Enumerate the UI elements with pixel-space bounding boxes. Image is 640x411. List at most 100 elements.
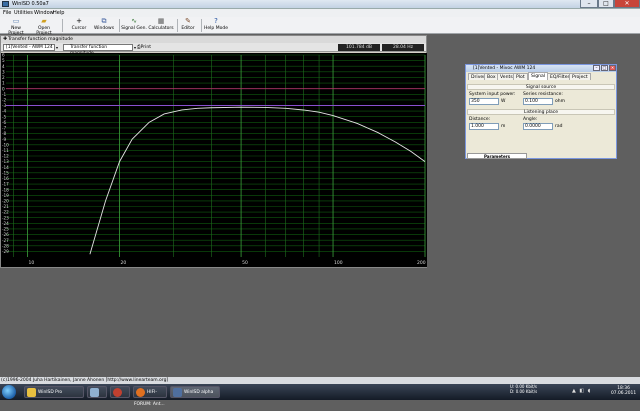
y-tick-label: 3 [2, 69, 5, 74]
cursor-readout-frequency: 28.04 Hz [382, 44, 424, 51]
minimize-button[interactable]: – [593, 65, 600, 71]
windows-icon: ⧉ [101, 17, 107, 25]
y-tick-label: -1 [2, 92, 7, 97]
plot-window-title: Transfer function magnitude [1, 36, 426, 43]
graph-type-select[interactable]: Transfer function magnitude [63, 44, 133, 56]
distance-unit: m [501, 124, 506, 129]
app-icon [2, 1, 9, 7]
y-tick-label: -21 [2, 204, 9, 209]
y-tick-label: -20 [2, 198, 9, 203]
print-label: Print [140, 45, 151, 50]
taskbar-item-media[interactable] [110, 386, 130, 398]
taskbar-item-winisd-alpha[interactable]: WinISD alpha [170, 386, 220, 398]
signal-gen-button[interactable]: ∿ Signal Gen. [121, 18, 147, 33]
y-tick-label: -19 [2, 193, 9, 198]
calculators-button[interactable]: ▦ Calculators [148, 18, 174, 33]
angle-label: Angle: [523, 117, 538, 122]
menu-bar [0, 9, 640, 17]
taskbar-item-label: WinISD Pro [38, 390, 63, 395]
y-tick-label: -29 [2, 249, 9, 254]
y-tick-label: -17 [2, 182, 9, 187]
chevron-down-icon[interactable]: ▾ [56, 44, 58, 51]
y-tick-label: -15 [2, 170, 9, 175]
signal-source-header: Signal source [467, 84, 615, 90]
y-tick-label: -13 [2, 159, 9, 164]
x-tick-label: 50 [242, 260, 248, 266]
y-tick-label: -24 [2, 221, 9, 226]
x-tick-label: 100 [334, 260, 343, 266]
parameters-tab[interactable]: Parameters [467, 153, 527, 159]
new-project-button[interactable]: ▭ New Project [3, 17, 29, 37]
taskbar-item-explorer[interactable] [87, 386, 107, 398]
x-tick-label: 10 [29, 260, 35, 266]
menu-file[interactable]: File [3, 10, 11, 16]
windows-button[interactable]: ⧉ Windows [93, 18, 115, 33]
y-tick-label: -10 [2, 142, 9, 147]
toolbar-separator [177, 19, 178, 32]
taskbar-item-hifi-forum[interactable]: HIFI-FORUM: Ant... [133, 386, 167, 407]
y-tick-label: 0 [2, 86, 5, 91]
tab-plot[interactable]: Plot [513, 73, 528, 80]
y-tick-label: 4 [2, 64, 5, 69]
network-tray[interactable]: U: 0.00 Kbit/s D: 0.00 Kbit/s [510, 384, 537, 394]
close-button[interactable]: ✕ [614, 0, 640, 8]
y-tick-label: -3 [2, 103, 7, 108]
angle-field[interactable]: 0.0000 [523, 123, 553, 130]
y-tick-label: -12 [2, 154, 9, 159]
firefox-icon [136, 388, 145, 397]
y-tick-label: -28 [2, 243, 9, 248]
distance-label: Distance: [469, 117, 491, 122]
winisd-icon [173, 388, 182, 397]
tab-project[interactable]: Project [569, 73, 591, 80]
system-input-power-label: System input power: [469, 92, 516, 97]
y-tick-label: 2 [2, 75, 5, 80]
editor-button[interactable]: ✎ Editor [179, 18, 197, 33]
project-select[interactable]: [1]Vented - AWM 124 [3, 44, 55, 51]
tab-signal[interactable]: Signal [528, 72, 549, 80]
title-bar [0, 0, 640, 9]
menu-help[interactable]: Help [53, 10, 64, 16]
y-tick-label: -27 [2, 238, 9, 243]
folder-open-icon: ▰ [41, 17, 47, 25]
print-button[interactable]: ⎙Print [137, 44, 151, 51]
chart-background [1, 53, 427, 267]
toolbar-separator [119, 19, 120, 32]
transfer-function-chart[interactable]: 6543210-1-2-3-4-5-6-7-8-9-10-11-12-13-14… [1, 53, 427, 267]
tray-icons[interactable]: ▲ ◧ ◖ [572, 387, 602, 396]
y-tick-label: -9 [2, 137, 7, 142]
y-tick-label: -5 [2, 114, 7, 119]
status-bar: (c)1996-2004 Juha Hartikainen, Janne Aho… [0, 377, 640, 384]
folder-icon [27, 388, 36, 397]
maximize-button[interactable]: □ [598, 0, 614, 8]
y-tick-label: -6 [2, 120, 7, 125]
y-tick-label: -14 [2, 165, 9, 170]
y-tick-label: -23 [2, 215, 9, 220]
open-project-button[interactable]: ▰ Open Project [30, 17, 58, 37]
help-mode-label: Help Mode [204, 26, 228, 31]
y-tick-label: -16 [2, 176, 9, 181]
calculators-label: Calculators [148, 26, 174, 31]
new-file-icon: ▭ [12, 17, 20, 25]
menu-utilities[interactable]: Utilities [14, 10, 33, 16]
taskbar-item-winisd-pro[interactable]: WinISD Pro [24, 386, 84, 398]
start-button[interactable] [2, 385, 16, 399]
maximize-button[interactable]: □ [601, 65, 608, 71]
x-tick-label: 20 [121, 260, 127, 266]
cursor-label: Curcor [71, 26, 87, 31]
help-mode-button[interactable]: ? Help Mode [203, 18, 229, 33]
explorer-icon [90, 388, 99, 397]
clock[interactable]: 18:36 07.06.2011 [611, 386, 636, 396]
y-tick-label: -18 [2, 187, 9, 192]
power-unit: W [501, 99, 506, 104]
chevron-down-icon[interactable]: ▾ [134, 44, 136, 51]
distance-field[interactable]: 1.000 [469, 123, 499, 130]
series-resistance-field[interactable]: 0.100 [523, 98, 553, 105]
system-input-power-field[interactable]: 350 [469, 98, 499, 105]
toolbar-separator [62, 19, 63, 32]
windows-label: Windows [93, 26, 115, 31]
y-tick-label: -25 [2, 227, 9, 232]
close-button[interactable]: ✕ [609, 65, 616, 71]
minimize-button[interactable]: – [580, 0, 598, 8]
menu-window[interactable]: Window [34, 10, 54, 16]
cursor-button[interactable]: + Curcor [70, 18, 88, 33]
